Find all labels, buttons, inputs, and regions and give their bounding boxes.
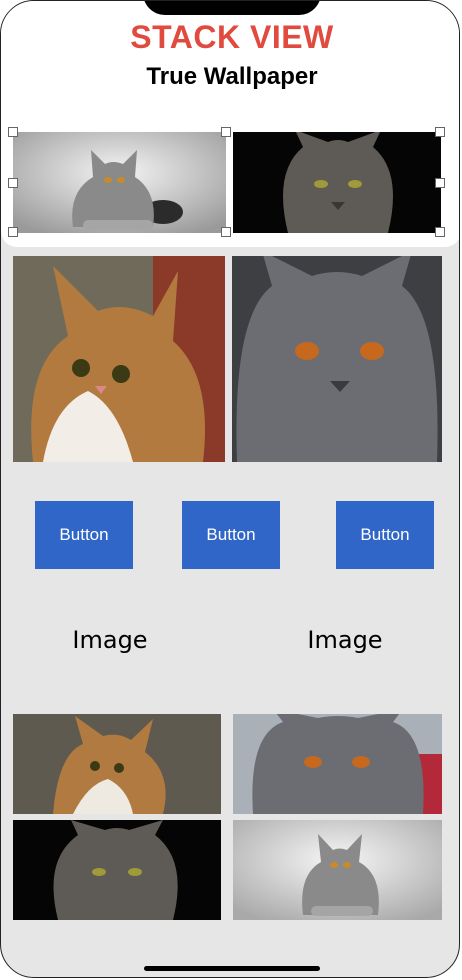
- resize-handle-top-left[interactable]: [8, 127, 18, 137]
- button-2[interactable]: Button: [182, 501, 280, 569]
- cat-photo-gray-shorthair-small[interactable]: [233, 714, 442, 814]
- phone-frame: STACK VIEW True Wallpaper Button Button …: [0, 0, 460, 978]
- device-notch: [143, 1, 321, 15]
- cat-photo-dark-grumpy-small[interactable]: [13, 820, 221, 920]
- resize-handle-bottom-left[interactable]: [8, 227, 18, 237]
- cat-photo-dark-grumpy[interactable]: [233, 132, 441, 233]
- button-3[interactable]: Button: [336, 501, 434, 569]
- page-subtitle: True Wallpaper: [146, 63, 318, 90]
- home-indicator[interactable]: [144, 966, 320, 971]
- resize-handle-bottom-mid[interactable]: [221, 227, 231, 237]
- cat-photo-gray-lying-small[interactable]: [233, 820, 442, 920]
- cat-photo-gray-shorthair-face[interactable]: [232, 256, 442, 462]
- image-label-right: Image: [307, 626, 383, 654]
- resize-handle-bottom-right[interactable]: [435, 227, 445, 237]
- resize-handle-top-right[interactable]: [435, 127, 445, 137]
- resize-handle-left-mid[interactable]: [8, 178, 18, 188]
- resize-handle-top-mid[interactable]: [221, 127, 231, 137]
- cat-photo-calico-small[interactable]: [13, 714, 221, 814]
- button-1[interactable]: Button: [35, 501, 133, 569]
- page-title: STACK VIEW: [130, 19, 334, 55]
- cat-photo-calico[interactable]: [13, 256, 225, 462]
- image-label-left: Image: [72, 626, 148, 654]
- resize-handle-right-mid[interactable]: [435, 178, 445, 188]
- cat-photo-gray-lying[interactable]: [13, 132, 226, 233]
